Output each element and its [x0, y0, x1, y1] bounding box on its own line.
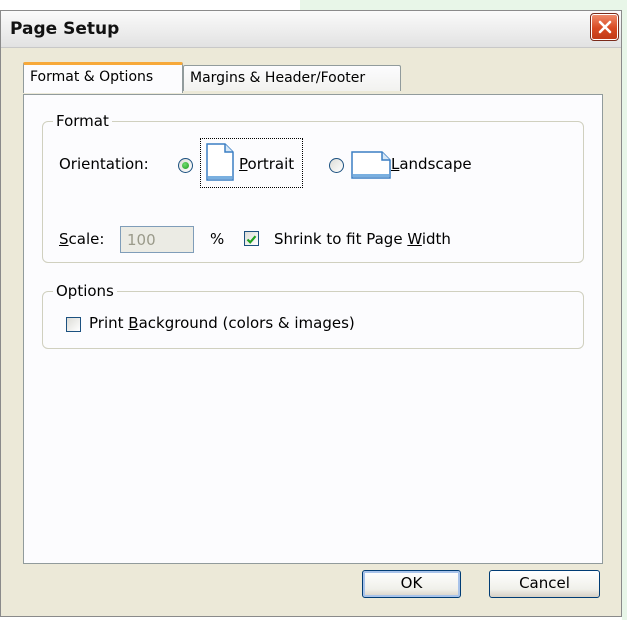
tab-format-options-label: Format & Options: [30, 69, 154, 85]
orientation-label: Orientation:: [59, 155, 149, 173]
ok-button[interactable]: OK: [362, 570, 461, 598]
shrink-to-fit-checkbox[interactable]: [244, 231, 259, 246]
page-setup-dialog: Page Setup Format & Options Margins & He…: [0, 10, 622, 617]
portrait-page-icon: [206, 143, 234, 181]
tab-margins-header-footer[interactable]: Margins & Header/Footer: [183, 65, 401, 91]
landscape-page-icon: [351, 151, 391, 179]
landscape-label[interactable]: Landscape: [391, 155, 472, 173]
percent-sign: %: [210, 230, 225, 248]
format-group: Format Orientation: Portrait Landscape S…: [42, 112, 584, 263]
options-group: Options Print Background (colors & image…: [42, 282, 584, 349]
print-background-checkbox[interactable]: [66, 317, 81, 332]
portrait-radio[interactable]: [178, 158, 193, 173]
checkmark-icon: [246, 235, 257, 244]
landscape-radio[interactable]: [329, 158, 344, 173]
scale-label: Scale:: [59, 230, 105, 248]
background-band-top: [300, 0, 627, 10]
close-icon: [598, 20, 611, 34]
print-background-label[interactable]: Print Background (colors & images): [89, 314, 355, 332]
tab-panel: Format Orientation: Portrait Landscape S…: [23, 94, 603, 564]
title-bar[interactable]: Page Setup: [1, 11, 621, 48]
tab-margins-header-footer-label: Margins & Header/Footer: [190, 70, 366, 86]
background-band-right: [622, 0, 627, 620]
tab-format-options[interactable]: Format & Options: [23, 62, 183, 93]
portrait-label[interactable]: Portrait: [239, 155, 294, 173]
scale-input[interactable]: 100: [120, 226, 194, 253]
options-group-legend: Options: [53, 282, 117, 300]
shrink-to-fit-label[interactable]: Shrink to fit Page Width: [274, 230, 451, 248]
cancel-button[interactable]: Cancel: [489, 570, 600, 598]
close-button[interactable]: [590, 13, 619, 41]
format-group-legend: Format: [53, 112, 112, 130]
radio-selected-dot: [182, 162, 189, 169]
window-title: Page Setup: [10, 19, 120, 39]
